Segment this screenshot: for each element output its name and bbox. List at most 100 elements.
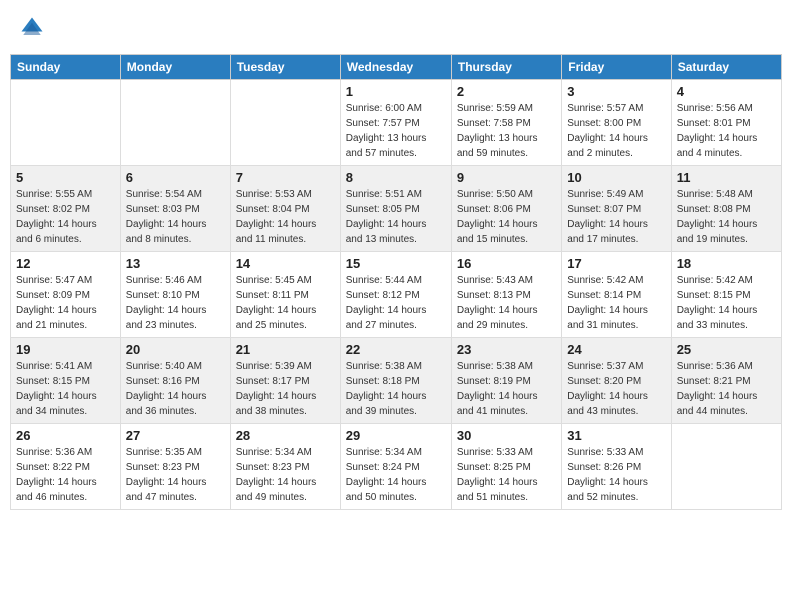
page-header	[10, 10, 782, 46]
calendar-cell: 14 Sunrise: 5:45 AM Sunset: 8:11 PM Dayli…	[230, 252, 340, 338]
calendar-cell: 5Sunrise: 5:55 AM Sunset: 8:02 PM Daylig…	[11, 166, 121, 252]
calendar-cell: 16 Sunrise: 5:43 AM Sunset: 8:13 PM Dayli…	[451, 252, 561, 338]
day-number: 20	[126, 342, 225, 357]
calendar-cell: 28 Sunrise: 5:34 AM Sunset: 8:23 PM Dayli…	[230, 424, 340, 510]
day-info: Sunrise: 5:44 AM Sunset: 8:12 PM Dayligh…	[346, 273, 446, 333]
day-of-week-header: Saturday	[671, 55, 781, 80]
calendar-cell: 18Sunrise: 5:42 AM Sunset: 8:15 PM Dayli…	[671, 252, 781, 338]
day-number: 1	[346, 84, 446, 99]
day-of-week-header: Thursday	[451, 55, 561, 80]
day-number: 23	[457, 342, 556, 357]
calendar-cell: 25 Sunrise: 5:36 AM Sunset: 8:21 PM Dayli…	[671, 338, 781, 424]
day-number: 6	[126, 170, 225, 185]
day-number: 12	[16, 256, 115, 271]
day-number: 16	[457, 256, 556, 271]
day-info: Sunrise: 5:43 AM Sunset: 8:13 PM Dayligh…	[457, 273, 556, 333]
day-number: 14	[236, 256, 335, 271]
day-info: Sunrise: 5:37 AM Sunset: 8:20 PM Dayligh…	[567, 359, 665, 419]
day-number: 7	[236, 170, 335, 185]
day-info: Sunrise: 5:48 AM Sunset: 8:08 PM Dayligh…	[677, 187, 776, 247]
calendar-cell	[230, 80, 340, 166]
calendar-cell: 2Sunrise: 5:59 AM Sunset: 7:58 PM Daylig…	[451, 80, 561, 166]
day-info: Sunrise: 5:36 AM Sunset: 8:21 PM Dayligh…	[677, 359, 776, 419]
day-info: Sunrise: 5:49 AM Sunset: 8:07 PM Dayligh…	[567, 187, 665, 247]
day-number: 29	[346, 428, 446, 443]
calendar-cell: 27Sunrise: 5:35 AM Sunset: 8:23 PM Dayli…	[120, 424, 230, 510]
day-info: Sunrise: 5:33 AM Sunset: 8:26 PM Dayligh…	[567, 445, 665, 505]
day-info: Sunrise: 5:36 AM Sunset: 8:22 PM Dayligh…	[16, 445, 115, 505]
calendar-cell: 3 Sunrise: 5:57 AM Sunset: 8:00 PM Daylig…	[562, 80, 671, 166]
day-number: 15	[346, 256, 446, 271]
day-info: Sunrise: 5:33 AM Sunset: 8:25 PM Dayligh…	[457, 445, 556, 505]
logo	[18, 14, 50, 42]
day-number: 28	[236, 428, 335, 443]
day-number: 22	[346, 342, 446, 357]
calendar-cell: 21 Sunrise: 5:39 AM Sunset: 8:17 PM Dayli…	[230, 338, 340, 424]
calendar-cell: 1 Sunrise: 6:00 AM Sunset: 7:57 PM Daylig…	[340, 80, 451, 166]
calendar-cell	[120, 80, 230, 166]
day-info: Sunrise: 5:34 AM Sunset: 8:23 PM Dayligh…	[236, 445, 335, 505]
day-info: Sunrise: 5:57 AM Sunset: 8:00 PM Dayligh…	[567, 101, 665, 161]
calendar-cell: 7 Sunrise: 5:53 AM Sunset: 8:04 PM Daylig…	[230, 166, 340, 252]
day-info: Sunrise: 5:45 AM Sunset: 8:11 PM Dayligh…	[236, 273, 335, 333]
day-info: Sunrise: 5:54 AM Sunset: 8:03 PM Dayligh…	[126, 187, 225, 247]
day-info: Sunrise: 6:00 AM Sunset: 7:57 PM Dayligh…	[346, 101, 446, 161]
day-number: 2	[457, 84, 556, 99]
day-number: 30	[457, 428, 556, 443]
calendar-cell: 29 Sunrise: 5:34 AM Sunset: 8:24 PM Dayli…	[340, 424, 451, 510]
day-info: Sunrise: 5:41 AM Sunset: 8:15 PM Dayligh…	[16, 359, 115, 419]
day-number: 4	[677, 84, 776, 99]
calendar-cell: 10 Sunrise: 5:49 AM Sunset: 8:07 PM Dayli…	[562, 166, 671, 252]
calendar-week-row: 19 Sunrise: 5:41 AM Sunset: 8:15 PM Dayli…	[11, 338, 782, 424]
day-of-week-header: Wednesday	[340, 55, 451, 80]
day-info: Sunrise: 5:34 AM Sunset: 8:24 PM Dayligh…	[346, 445, 446, 505]
day-number: 18	[677, 256, 776, 271]
calendar-table: SundayMondayTuesdayWednesdayThursdayFrid…	[10, 54, 782, 510]
day-of-week-header: Sunday	[11, 55, 121, 80]
logo-icon	[18, 14, 46, 42]
day-info: Sunrise: 5:40 AM Sunset: 8:16 PM Dayligh…	[126, 359, 225, 419]
day-info: Sunrise: 5:53 AM Sunset: 8:04 PM Dayligh…	[236, 187, 335, 247]
calendar-week-row: 5Sunrise: 5:55 AM Sunset: 8:02 PM Daylig…	[11, 166, 782, 252]
day-info: Sunrise: 5:51 AM Sunset: 8:05 PM Dayligh…	[346, 187, 446, 247]
day-info: Sunrise: 5:39 AM Sunset: 8:17 PM Dayligh…	[236, 359, 335, 419]
calendar-cell: 17Sunrise: 5:42 AM Sunset: 8:14 PM Dayli…	[562, 252, 671, 338]
calendar-cell: 12Sunrise: 5:47 AM Sunset: 8:09 PM Dayli…	[11, 252, 121, 338]
day-info: Sunrise: 5:55 AM Sunset: 8:02 PM Dayligh…	[16, 187, 115, 247]
day-info: Sunrise: 5:56 AM Sunset: 8:01 PM Dayligh…	[677, 101, 776, 161]
day-number: 25	[677, 342, 776, 357]
calendar-cell	[11, 80, 121, 166]
day-number: 8	[346, 170, 446, 185]
calendar-cell: 4 Sunrise: 5:56 AM Sunset: 8:01 PM Daylig…	[671, 80, 781, 166]
calendar-header-row: SundayMondayTuesdayWednesdayThursdayFrid…	[11, 55, 782, 80]
calendar-cell: 26 Sunrise: 5:36 AM Sunset: 8:22 PM Dayli…	[11, 424, 121, 510]
day-number: 31	[567, 428, 665, 443]
day-number: 21	[236, 342, 335, 357]
calendar-cell: 24 Sunrise: 5:37 AM Sunset: 8:20 PM Dayli…	[562, 338, 671, 424]
day-number: 10	[567, 170, 665, 185]
day-number: 26	[16, 428, 115, 443]
calendar-week-row: 12Sunrise: 5:47 AM Sunset: 8:09 PM Dayli…	[11, 252, 782, 338]
day-number: 27	[126, 428, 225, 443]
calendar-cell: 8 Sunrise: 5:51 AM Sunset: 8:05 PM Daylig…	[340, 166, 451, 252]
day-number: 3	[567, 84, 665, 99]
day-info: Sunrise: 5:50 AM Sunset: 8:06 PM Dayligh…	[457, 187, 556, 247]
day-info: Sunrise: 5:42 AM Sunset: 8:14 PM Dayligh…	[567, 273, 665, 333]
calendar-cell: 19 Sunrise: 5:41 AM Sunset: 8:15 PM Dayli…	[11, 338, 121, 424]
day-number: 24	[567, 342, 665, 357]
calendar-week-row: 1 Sunrise: 6:00 AM Sunset: 7:57 PM Daylig…	[11, 80, 782, 166]
day-info: Sunrise: 5:46 AM Sunset: 8:10 PM Dayligh…	[126, 273, 225, 333]
day-number: 11	[677, 170, 776, 185]
calendar-cell: 13 Sunrise: 5:46 AM Sunset: 8:10 PM Dayli…	[120, 252, 230, 338]
day-of-week-header: Tuesday	[230, 55, 340, 80]
day-of-week-header: Monday	[120, 55, 230, 80]
day-of-week-header: Friday	[562, 55, 671, 80]
day-number: 13	[126, 256, 225, 271]
calendar-cell: 31 Sunrise: 5:33 AM Sunset: 8:26 PM Dayli…	[562, 424, 671, 510]
day-info: Sunrise: 5:38 AM Sunset: 8:18 PM Dayligh…	[346, 359, 446, 419]
calendar-cell: 6 Sunrise: 5:54 AM Sunset: 8:03 PM Daylig…	[120, 166, 230, 252]
calendar-cell: 15 Sunrise: 5:44 AM Sunset: 8:12 PM Dayli…	[340, 252, 451, 338]
day-number: 19	[16, 342, 115, 357]
day-number: 9	[457, 170, 556, 185]
calendar-cell: 20 Sunrise: 5:40 AM Sunset: 8:16 PM Dayli…	[120, 338, 230, 424]
